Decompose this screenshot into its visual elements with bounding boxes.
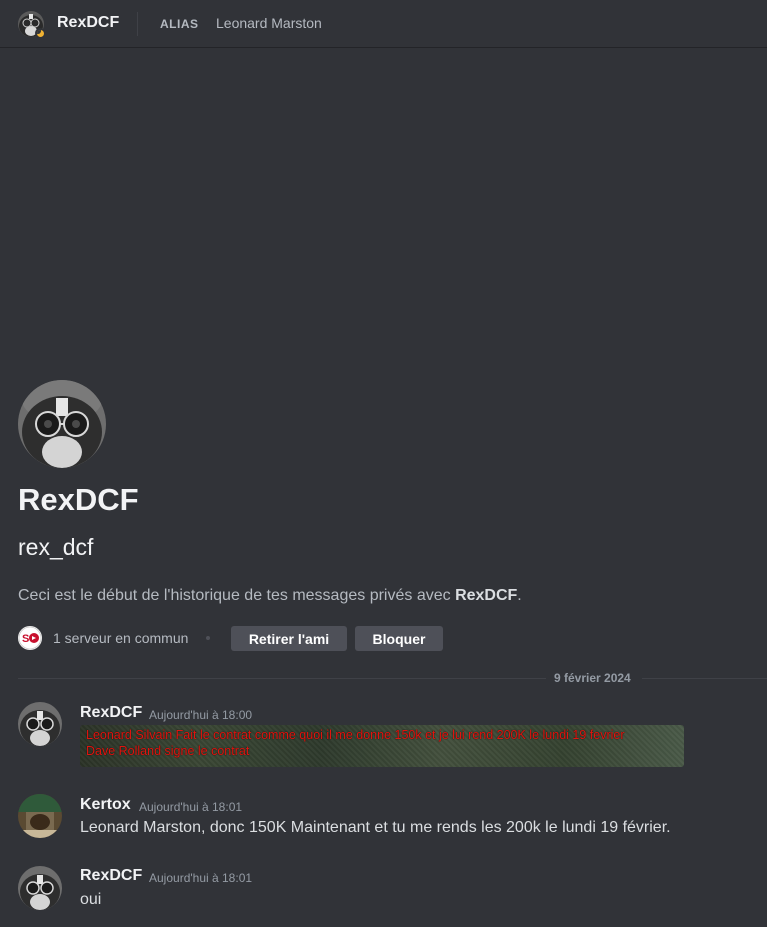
dm-start-description: Ceci est le début de l'historique de tes… [18,587,522,605]
message-image-attachment[interactable]: Leonard Silvain Fait le contrat comme qu… [80,725,684,767]
message-author[interactable]: Kertox [80,796,131,814]
server-icon: S [18,626,42,650]
cat-avatar-image [18,866,62,910]
svg-text:S: S [22,633,29,645]
message-author[interactable]: RexDCF [80,867,142,885]
mutual-servers[interactable]: S 1 serveur en commun [18,625,211,651]
profile-username: rex_dcf [18,534,94,560]
image-text-line: Dave Rolland signe le contrat [86,744,250,758]
date-divider-line [642,678,767,679]
header-username[interactable]: RexDCF [57,14,119,32]
remove-friend-button[interactable]: Retirer l'ami [231,626,347,651]
message-timestamp: Aujourd'hui à 18:01 [139,800,243,814]
message-avatar[interactable] [18,866,62,910]
description-suffix: . [517,587,522,604]
description-text: Ceci est le début de l'historique de tes… [18,587,456,604]
cat-avatar-image [18,380,106,468]
description-name: RexDCF [455,587,518,604]
dm-header: RexDCF ALIAS Leonard Marston [0,0,767,48]
message-author[interactable]: RexDCF [80,704,142,722]
message-avatar[interactable] [18,702,62,746]
date-divider-label: 9 février 2024 [554,671,631,685]
message-timestamp: Aujourd'hui à 18:01 [149,871,253,885]
header-divider [137,12,138,36]
mutual-servers-label[interactable]: 1 serveur en commun [53,630,188,646]
profile-avatar[interactable] [18,380,106,468]
message-content: Leonard Marston, donc 150K Maintenant et… [80,819,671,836]
alias-label: ALIAS [160,17,199,31]
separator-dot [206,636,211,640]
profile-display-name: RexDCF [18,482,139,517]
date-divider-line [18,678,546,679]
message-timestamp: Aujourd'hui à 18:00 [149,708,253,722]
alias-value: Leonard Marston [216,15,322,31]
cat-avatar-image [18,702,62,746]
user-avatar-image [18,794,62,838]
message-avatar[interactable] [18,794,62,838]
header-avatar[interactable] [18,11,45,38]
image-text-line: Leonard Silvain Fait le contrat comme qu… [86,728,625,742]
block-button[interactable]: Bloquer [355,626,443,651]
message-content: oui [80,891,102,908]
idle-status-icon [35,28,45,38]
